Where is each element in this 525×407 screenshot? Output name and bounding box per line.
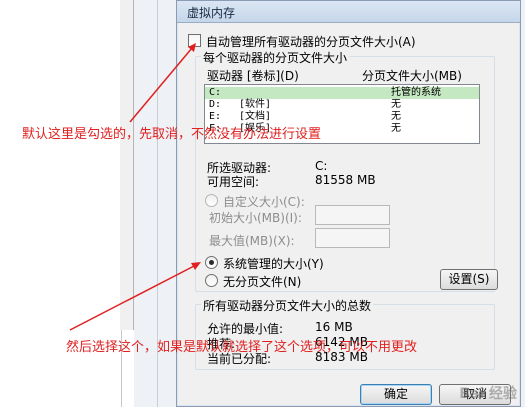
annotation-bottom: 然后选择这个，如果是默认就选择了这个选项，可以不用更改 [66,340,418,355]
annotation-top: 默认这里是勾选的，先取消，不然没有办法进行设置 [22,127,322,142]
arrow-line-bottom [69,264,197,331]
arrow-line-top [129,47,193,123]
watermark: Bai 经验 [459,386,517,402]
